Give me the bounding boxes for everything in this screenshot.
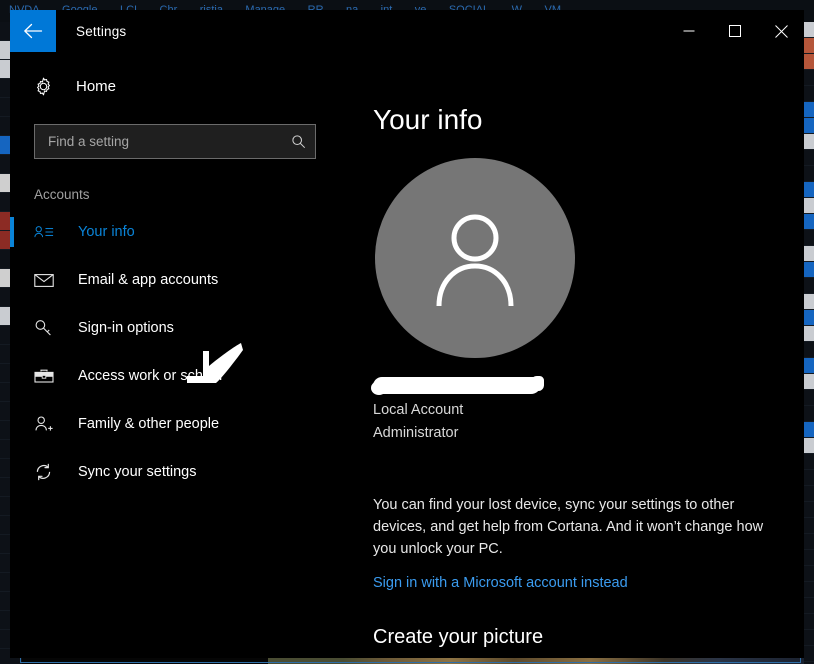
sync-icon (34, 463, 56, 481)
sidebar-item-home[interactable]: Home (10, 66, 340, 106)
settings-content-pane: Your info Local Account Administrator Yo… (340, 52, 804, 658)
arrow-left-icon (24, 23, 43, 39)
minimize-button[interactable] (666, 10, 712, 52)
envelope-icon (34, 273, 56, 288)
settings-sidebar: Home Accounts (10, 52, 340, 658)
close-icon (774, 24, 788, 38)
account-name-redaction (371, 376, 544, 395)
page-title: Your info (373, 104, 483, 135)
account-name-row (371, 376, 780, 398)
sidebar-item-label: Access work or school (78, 368, 223, 384)
briefcase-icon (34, 368, 56, 385)
settings-window: Settings Home Find a setting Accounts Yo… (10, 10, 804, 658)
sidebar-section-label: Accounts (34, 187, 90, 202)
sidebar-item-sync-your-settings[interactable]: Sync your settings (10, 448, 340, 496)
sidebar-item-family-other-people[interactable]: Family & other people (10, 400, 340, 448)
sidebar-item-email-app-accounts[interactable]: Email & app accounts (10, 256, 340, 304)
sign-in-microsoft-account-link[interactable]: Sign in with a Microsoft account instead (373, 575, 628, 591)
sidebar-item-your-info[interactable]: Your info (10, 208, 340, 256)
user-add-icon (34, 415, 56, 433)
avatar[interactable] (375, 158, 575, 358)
window-titlebar: Settings (10, 10, 804, 52)
key-icon (34, 319, 56, 337)
gear-icon (34, 77, 56, 96)
user-card-icon (34, 224, 56, 240)
search-icon (291, 134, 306, 149)
close-button[interactable] (758, 10, 804, 52)
back-button[interactable] (10, 10, 56, 52)
sidebar-item-sign-in-options[interactable]: Sign-in options (10, 304, 340, 352)
sidebar-item-label: Sync your settings (78, 464, 197, 480)
search-box[interactable] (34, 124, 316, 159)
account-info-paragraph: You can find your lost device, sync your… (373, 497, 764, 557)
sidebar-item-label: Email & app accounts (78, 272, 219, 288)
person-avatar-icon (436, 214, 514, 307)
minimize-icon (683, 30, 695, 32)
sidebar-item-access-work-or-school[interactable]: Access work or school (10, 352, 340, 400)
create-picture-heading: Create your picture (373, 626, 544, 649)
account-type: Local Account (373, 402, 464, 418)
maximize-icon (729, 25, 741, 37)
account-role: Administrator (373, 424, 459, 441)
sidebar-item-label: Sign-in options (78, 320, 174, 336)
maximize-button[interactable] (712, 10, 758, 52)
sidebar-home-label: Home (76, 77, 117, 95)
window-body: Home Accounts (10, 52, 804, 658)
search-input[interactable] (46, 133, 291, 150)
sidebar-item-label: Family & other people (78, 416, 220, 432)
window-controls (666, 10, 804, 52)
sidebar-item-label: Your info (78, 224, 135, 240)
window-title: Settings (76, 23, 127, 39)
